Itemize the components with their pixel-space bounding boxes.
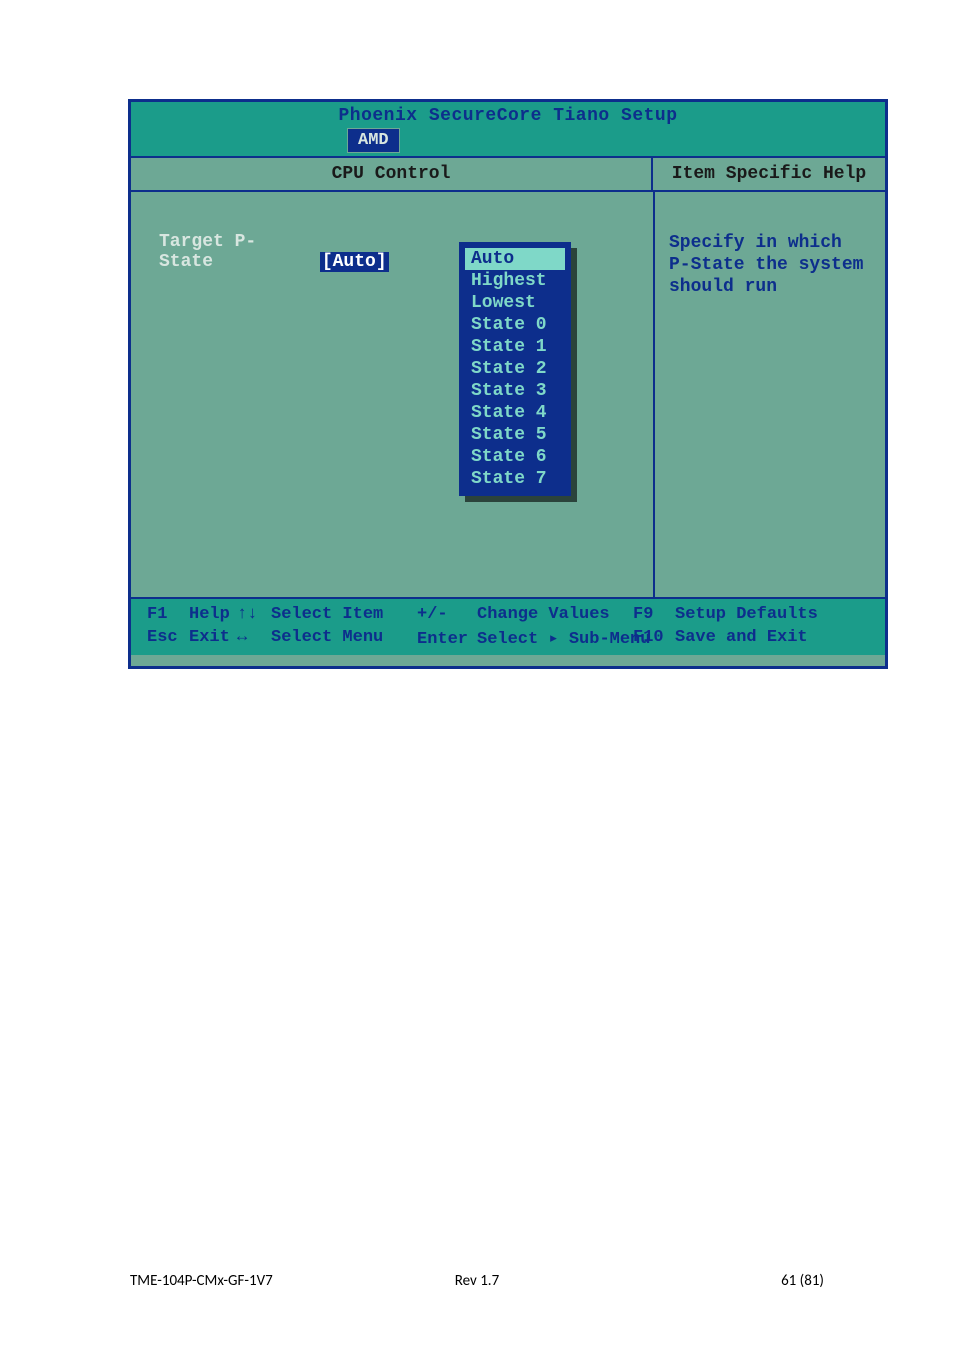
help-line: should run (669, 276, 871, 298)
footer-revision: Rev 1.7 (361, 1272, 592, 1290)
key-enter-label: Select ▸ Sub-Menu (477, 630, 650, 649)
bios-help-pane: Specify in which P-State the system shou… (653, 192, 885, 597)
key-leftright-label: Select Menu (271, 628, 383, 647)
bios-help-title: Item Specific Help (651, 158, 885, 190)
bios-header: Phoenix SecureCore Tiano Setup AMD (131, 102, 885, 158)
key-esc[interactable]: Esc (147, 628, 189, 647)
popup-option-state3[interactable]: State 3 (465, 380, 565, 402)
popup-option-lowest[interactable]: Lowest (465, 292, 565, 314)
footer-doc-id: TME-104P-CMx-GF-1V7 (130, 1272, 361, 1290)
popup-option-state0[interactable]: State 0 (465, 314, 565, 336)
bios-title: Phoenix SecureCore Tiano Setup (131, 102, 885, 128)
bios-subheader: CPU Control Item Specific Help (131, 158, 885, 192)
popup-option-state1[interactable]: State 1 (465, 336, 565, 358)
bios-tab-amd[interactable]: AMD (347, 128, 400, 153)
key-updown-icon[interactable]: ↑↓ (237, 605, 271, 624)
key-f10[interactable]: F10 (633, 628, 675, 647)
key-updown-label: Select Item (271, 605, 383, 624)
bios-tab-row: AMD (131, 128, 885, 156)
key-esc-label: Exit (189, 628, 230, 647)
key-f1-label: Help (189, 605, 230, 624)
popup-option-state7[interactable]: State 7 (465, 468, 565, 490)
bios-footer: F1Help EscExit ↑↓Select Item ↔Select Men… (131, 597, 885, 655)
document-page: Phoenix SecureCore Tiano Setup AMD CPU C… (0, 0, 954, 1350)
key-f10-label: Save and Exit (675, 628, 808, 647)
dropdown-popup[interactable]: Auto Highest Lowest State 0 State 1 Stat… (459, 242, 571, 496)
bios-settings-pane: Target P-State [Auto] Auto Highest Lowes… (131, 192, 653, 597)
bios-body: Target P-State [Auto] Auto Highest Lowes… (131, 192, 885, 597)
popup-option-highest[interactable]: Highest (465, 270, 565, 292)
popup-option-state4[interactable]: State 4 (465, 402, 565, 424)
popup-option-auto[interactable]: Auto (465, 248, 565, 270)
footer-page-number: 61 (81) (593, 1272, 824, 1290)
help-line: P-State the system (669, 254, 871, 276)
bios-panel-title: CPU Control (131, 158, 651, 190)
key-plusminus[interactable]: +/- (417, 605, 477, 624)
bios-window: Phoenix SecureCore Tiano Setup AMD CPU C… (128, 99, 888, 669)
key-plusminus-label: Change Values (477, 605, 610, 624)
key-leftright-icon[interactable]: ↔ (237, 628, 271, 647)
popup-option-state5[interactable]: State 5 (465, 424, 565, 446)
key-f9[interactable]: F9 (633, 605, 675, 624)
setting-target-pstate-value[interactable]: [Auto] (320, 252, 389, 272)
popup-option-state2[interactable]: State 2 (465, 358, 565, 380)
key-f1[interactable]: F1 (147, 605, 189, 624)
key-enter[interactable]: Enter (417, 630, 477, 649)
page-footer: TME-104P-CMx-GF-1V7 Rev 1.7 61 (81) (0, 1272, 954, 1290)
key-f9-label: Setup Defaults (675, 605, 818, 624)
popup-option-state6[interactable]: State 6 (465, 446, 565, 468)
setting-target-pstate-label: Target P-State (159, 232, 309, 272)
help-line: Specify in which (669, 232, 871, 254)
